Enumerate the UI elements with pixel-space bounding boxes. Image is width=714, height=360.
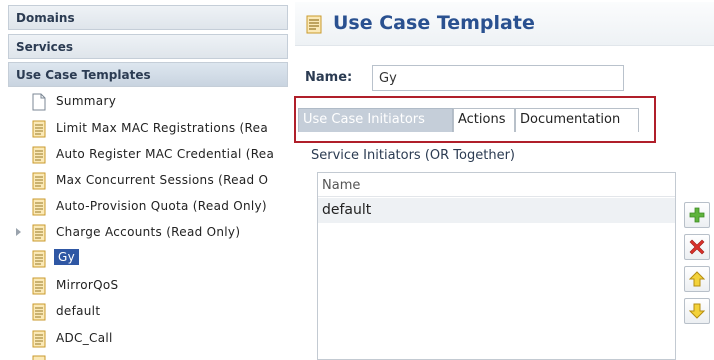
delete-button[interactable] bbox=[684, 234, 710, 260]
document-icon bbox=[32, 277, 46, 295]
tree-item-label: Limit Max MAC Registrations (Rea bbox=[56, 121, 268, 135]
page-blank-icon bbox=[32, 93, 46, 111]
tree-item-label: Max Concurrent Sessions (Read O bbox=[56, 173, 269, 187]
tree-item-auto-provision-quota[interactable]: Auto-Provision Quota (Read Only) bbox=[16, 195, 290, 219]
tree-item-partial[interactable] bbox=[16, 352, 290, 360]
navigation-sidebar: Domains Services Use Case Templates Summ… bbox=[0, 0, 290, 360]
column-header-name[interactable]: Name bbox=[318, 173, 675, 197]
title-bar: Use Case Template bbox=[295, 2, 714, 46]
document-icon bbox=[32, 355, 46, 360]
tree-item-limit-max-mac[interactable]: Limit Max MAC Registrations (Rea bbox=[16, 117, 290, 141]
tree-item-summary[interactable]: Summary bbox=[16, 90, 290, 114]
document-icon bbox=[32, 224, 46, 242]
name-field[interactable] bbox=[372, 65, 624, 91]
tree-item-max-concurrent-sessions[interactable]: Max Concurrent Sessions (Read O bbox=[16, 169, 290, 193]
move-up-button[interactable] bbox=[684, 266, 710, 292]
tree-item-label: Gy bbox=[54, 249, 80, 265]
move-down-icon bbox=[689, 303, 705, 319]
tree-item-default[interactable]: default bbox=[16, 300, 290, 324]
template-editor-panel: Use Case Template Name: Use Case Initiat… bbox=[290, 0, 714, 360]
tree-item-label: ADC_Call bbox=[56, 331, 113, 345]
tree-item-charge-accounts[interactable]: Charge Accounts (Read Only) bbox=[16, 221, 290, 245]
section-title: Service Initiators (OR Together) bbox=[311, 148, 515, 163]
tree-item-label: Auto Register MAC Credential (Rea bbox=[56, 147, 275, 161]
tree-item-auto-register-mac[interactable]: Auto Register MAC Credential (Rea bbox=[16, 143, 290, 167]
move-down-button[interactable] bbox=[684, 298, 710, 324]
tree-item-label: Summary bbox=[56, 94, 117, 108]
list-item[interactable]: default bbox=[318, 198, 675, 223]
document-icon bbox=[32, 146, 46, 164]
document-icon bbox=[32, 303, 46, 321]
document-icon bbox=[32, 198, 46, 216]
tree-item-adc-call[interactable]: ADC_Call bbox=[16, 327, 290, 351]
page-title: Use Case Template bbox=[333, 12, 535, 34]
name-label: Name: bbox=[305, 70, 353, 85]
initiators-list: Name default bbox=[317, 172, 676, 360]
accordion-use-case-templates[interactable]: Use Case Templates bbox=[8, 62, 288, 87]
accordion-services[interactable]: Services bbox=[8, 34, 288, 59]
tab-documentation[interactable]: Documentation bbox=[515, 108, 639, 132]
move-up-icon bbox=[689, 271, 705, 287]
add-icon bbox=[689, 207, 705, 223]
tree-item-gy[interactable]: Gy bbox=[16, 247, 290, 271]
accordion-domains[interactable]: Domains bbox=[8, 5, 288, 30]
delete-icon bbox=[689, 239, 705, 255]
document-icon bbox=[32, 172, 46, 190]
document-icon bbox=[32, 330, 46, 348]
tab-use-case-initiators[interactable]: Use Case Initiators bbox=[298, 108, 453, 132]
add-button[interactable] bbox=[684, 202, 710, 228]
tree-item-label: MirrorQoS bbox=[56, 278, 119, 292]
expand-arrow-icon[interactable] bbox=[16, 228, 21, 236]
document-icon bbox=[306, 15, 322, 34]
document-icon bbox=[32, 120, 46, 138]
tree-item-label: default bbox=[56, 304, 101, 318]
tree-item-label: Auto-Provision Quota (Read Only) bbox=[56, 199, 267, 213]
tree-item-label: Charge Accounts (Read Only) bbox=[56, 225, 241, 239]
tree-item-mirrorqos[interactable]: MirrorQoS bbox=[16, 274, 290, 298]
document-icon bbox=[32, 250, 46, 268]
tab-actions[interactable]: Actions bbox=[453, 108, 515, 132]
